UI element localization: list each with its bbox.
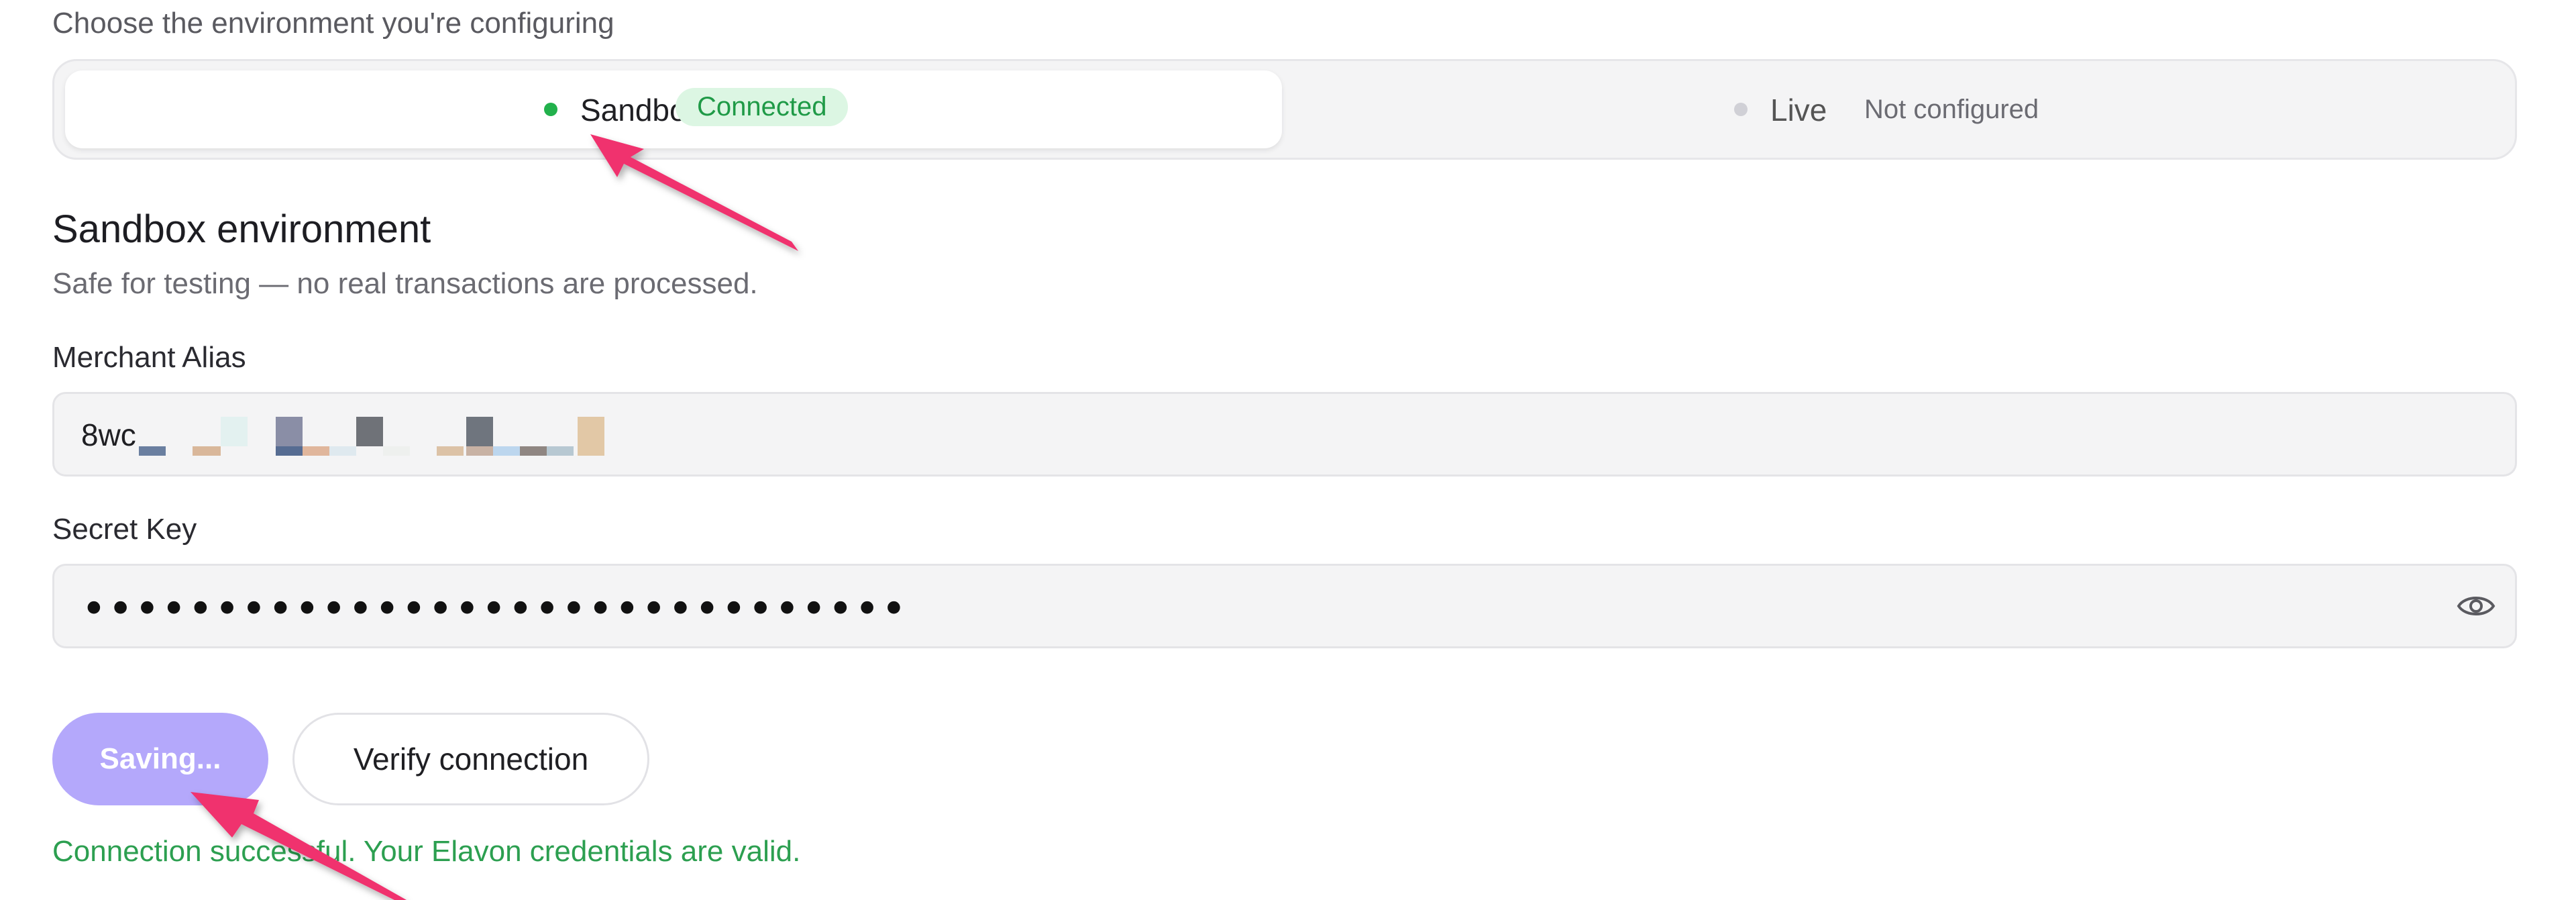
annotation-arrows-icon — [191, 134, 798, 900]
